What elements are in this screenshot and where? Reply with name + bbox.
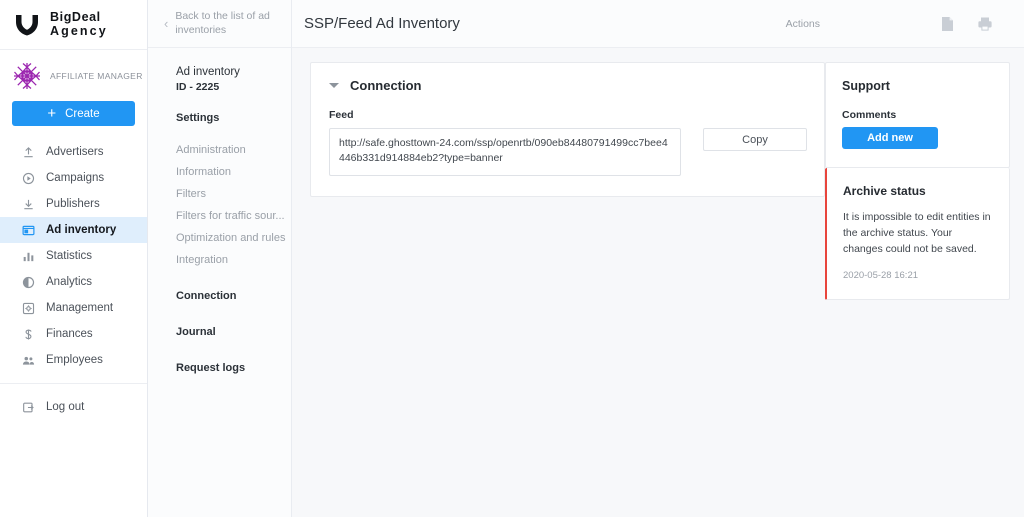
sidebar-label: Statistics bbox=[46, 250, 93, 262]
subnav-item-request-logs[interactable]: Request logs bbox=[148, 357, 291, 379]
brand-logo[interactable]: BigDeal Agency bbox=[0, 0, 147, 50]
back-to-list-link[interactable]: ‹ Back to the list of ad inventories bbox=[148, 0, 291, 48]
archive-status-card: Archive status It is impossible to edit … bbox=[825, 168, 1010, 301]
page-content: Connection Feed Copy Support Comments Ad… bbox=[292, 48, 1024, 517]
settings-square-icon bbox=[22, 302, 35, 315]
brand-name-line2: Agency bbox=[50, 23, 108, 38]
copy-button[interactable]: Copy bbox=[703, 128, 807, 151]
subnav-item-filters-traffic-sources[interactable]: Filters for traffic sour... bbox=[148, 205, 291, 227]
connection-header[interactable]: Connection bbox=[329, 78, 806, 93]
sidebar-item-finances[interactable]: Finances bbox=[0, 321, 147, 347]
feed-url-input[interactable] bbox=[329, 128, 681, 176]
main-region: SSP/Feed Ad Inventory Actions Connection… bbox=[292, 0, 1024, 517]
sidebar-label: Finances bbox=[46, 328, 93, 340]
chevron-left-icon: ‹ bbox=[164, 16, 169, 31]
back-link-label: Back to the list of ad inventories bbox=[175, 9, 270, 36]
people-icon bbox=[22, 354, 35, 367]
archive-status-date: 2020-05-28 16:21 bbox=[843, 270, 919, 282]
sidebar-item-logout[interactable]: Log out bbox=[0, 394, 147, 420]
create-button[interactable]: + Create bbox=[12, 101, 135, 126]
page-topbar: SSP/Feed Ad Inventory Actions bbox=[292, 0, 1024, 48]
sidebar-label: Log out bbox=[46, 401, 85, 413]
subnav-item-settings[interactable]: Settings bbox=[148, 107, 291, 129]
secondary-sidebar: ‹ Back to the list of ad inventories Ad … bbox=[148, 0, 292, 517]
sidebar-item-management[interactable]: Management bbox=[0, 295, 147, 321]
sidebar-item-employees[interactable]: Employees bbox=[0, 347, 147, 373]
sidebar-label: Management bbox=[46, 302, 114, 314]
add-new-comment-button[interactable]: Add new bbox=[842, 127, 938, 149]
nav-divider: Log out bbox=[0, 383, 147, 420]
brand-name-line1: BigDeal bbox=[50, 10, 101, 24]
subnav-item-journal[interactable]: Journal bbox=[148, 321, 291, 343]
sidebar-label: Ad inventory bbox=[46, 224, 117, 236]
support-card: Support Comments Add new bbox=[825, 62, 1010, 168]
sidebar-item-advertisers[interactable]: Advertisers bbox=[0, 139, 147, 165]
app-root: BigDeal Agency AFFILIATE MANAGER + Creat… bbox=[0, 0, 1024, 517]
entity-type-label: Ad inventory bbox=[176, 66, 240, 78]
topbar-icon-group bbox=[940, 16, 992, 32]
logout-arrow-icon bbox=[22, 401, 35, 414]
shield-bull-logo-icon bbox=[14, 13, 40, 37]
feed-field-label: Feed bbox=[329, 109, 354, 121]
main-navigation: Advertisers Campaigns Publishers Ad inve… bbox=[0, 139, 147, 420]
triangle-down-icon[interactable] bbox=[329, 83, 339, 88]
entity-header: Ad inventory ID - 2225 bbox=[148, 48, 291, 93]
bar-chart-icon bbox=[22, 250, 35, 263]
primary-sidebar: BigDeal Agency AFFILIATE MANAGER + Creat… bbox=[0, 0, 148, 517]
support-title: Support bbox=[842, 79, 890, 93]
play-circle-icon bbox=[22, 172, 35, 185]
download-arrow-icon bbox=[22, 198, 35, 211]
page-title: SSP/Feed Ad Inventory bbox=[304, 15, 460, 32]
window-panel-icon bbox=[22, 224, 35, 237]
subnav-item-information[interactable]: Information bbox=[148, 161, 291, 183]
archive-status-title: Archive status bbox=[843, 184, 926, 198]
subnav-item-connection[interactable]: Connection bbox=[148, 285, 291, 307]
archive-status-message: It is impossible to edit entities in the… bbox=[843, 211, 991, 256]
sidebar-label: Analytics bbox=[46, 276, 93, 288]
sidebar-item-statistics[interactable]: Statistics bbox=[0, 243, 147, 269]
connection-section-title: Connection bbox=[350, 78, 422, 93]
comments-label: Comments bbox=[842, 109, 897, 121]
right-sidebar: Support Comments Add new Archive status … bbox=[825, 62, 1010, 301]
document-icon[interactable] bbox=[940, 16, 955, 32]
feed-field-row: Copy bbox=[329, 128, 807, 176]
sidebar-item-campaigns[interactable]: Campaigns bbox=[0, 165, 147, 191]
dollar-sign-icon bbox=[22, 328, 35, 341]
upload-arrow-icon bbox=[22, 146, 35, 159]
connection-card: Connection Feed Copy bbox=[310, 62, 825, 197]
subnav-item-integration[interactable]: Integration bbox=[148, 249, 291, 271]
snowflake-avatar-icon bbox=[12, 61, 42, 91]
sidebar-item-ad-inventory[interactable]: Ad inventory bbox=[0, 217, 147, 243]
actions-menu[interactable]: Actions bbox=[786, 18, 820, 30]
sidebar-label: Advertisers bbox=[46, 146, 104, 158]
subnav-item-optimization-and-rules[interactable]: Optimization and rules bbox=[148, 227, 291, 249]
sidebar-label: Publishers bbox=[46, 198, 100, 210]
entity-section-list: Settings Administration Information Filt… bbox=[148, 107, 291, 379]
sidebar-label: Employees bbox=[46, 354, 103, 366]
create-button-label: Create bbox=[65, 107, 100, 120]
account-role-label: AFFILIATE MANAGER bbox=[50, 71, 143, 81]
sidebar-item-analytics[interactable]: Analytics bbox=[0, 269, 147, 295]
subnav-item-filters[interactable]: Filters bbox=[148, 183, 291, 205]
pie-chart-icon bbox=[22, 276, 35, 289]
printer-icon[interactable] bbox=[977, 16, 992, 32]
subnav-item-administration[interactable]: Administration bbox=[148, 139, 291, 161]
sidebar-item-publishers[interactable]: Publishers bbox=[0, 191, 147, 217]
entity-id-label: ID - 2225 bbox=[176, 81, 220, 93]
sidebar-label: Campaigns bbox=[46, 172, 105, 184]
plus-icon: + bbox=[47, 105, 57, 122]
account-row[interactable]: AFFILIATE MANAGER bbox=[0, 50, 147, 91]
